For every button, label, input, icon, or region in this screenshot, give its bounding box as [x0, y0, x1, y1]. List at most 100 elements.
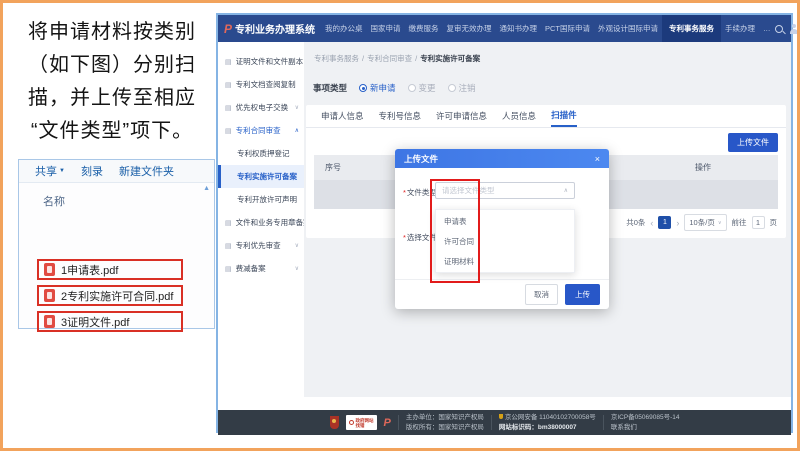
matter-type-label: 事项类型: [313, 82, 347, 94]
nav-item-procedures[interactable]: 手续办理: [721, 15, 759, 42]
tab-scanned-files[interactable]: 扫描件: [551, 105, 577, 127]
goto-suffix: 页: [770, 217, 778, 228]
document-icon: ▤: [225, 242, 232, 250]
sidebar-item-priority-exchange[interactable]: ▤ 优先权电子交换 ∨: [218, 96, 304, 119]
user-avatar-icon[interactable]: [789, 24, 799, 34]
nav-item-patent-affairs[interactable]: 专利事务服务: [662, 15, 721, 42]
nav-item-national-application[interactable]: 国家申请: [367, 15, 405, 42]
security-badge-icon: [499, 414, 503, 419]
radio-icon: [359, 84, 367, 92]
share-button[interactable]: 共享 ▼: [35, 163, 65, 179]
search-icon[interactable]: [775, 25, 783, 33]
explorer-file-list: ▲ 名称 1申请表.pdf 2专利实施许可合同.pdf 3证明文件.pdf: [19, 183, 214, 328]
breadcrumb-current: 专利实施许可备案: [420, 54, 480, 63]
footer-copyright: 版权所有：国家知识产权局: [406, 423, 484, 433]
file-item-application-form[interactable]: 1申请表.pdf: [37, 259, 183, 280]
footer-beian-block: 京公网安备 11040102700058号 网站标识码：bm38000007: [499, 413, 596, 432]
chevron-up-icon: ∧: [295, 127, 299, 134]
footer-divider: [491, 415, 492, 430]
tab-applicant-info[interactable]: 申请人信息: [321, 105, 364, 127]
footer-beian: 京公网安备 11040102700058号: [499, 413, 596, 423]
pdf-file-icon: [44, 263, 55, 276]
file-item-license-contract[interactable]: 2专利实施许可合同.pdf: [37, 285, 183, 306]
goto-label: 前往: [732, 217, 747, 228]
nav-right-controls: ∨: [775, 22, 800, 35]
tab-license-application-info[interactable]: 许可申请信息: [436, 105, 487, 127]
page-size-select[interactable]: 10条/页 ∨: [684, 214, 726, 231]
sidebar-item-fee-reduction[interactable]: ▤ 费减备案 ∨: [218, 257, 304, 280]
explorer-toolbar: 共享 ▼ 刻录 新建文件夹: [19, 160, 214, 183]
pdf-file-icon: [44, 315, 55, 328]
nav-item-payment-service[interactable]: 缴费服务: [405, 15, 443, 42]
site-footer: 政府网站 找错 P 主办单位：国家知识产权局 版权所有：国家知识产权局 京公网安…: [218, 410, 791, 435]
app-screenshot: P 专利业务办理系统 我的办公桌 国家申请 缴费服务 复审无效办理 通知书办理 …: [216, 13, 793, 433]
close-icon[interactable]: ×: [595, 154, 600, 164]
sort-asc-icon[interactable]: ▲: [203, 185, 210, 192]
chevron-up-icon: ∧: [564, 187, 568, 194]
name-column-header[interactable]: 名称: [43, 193, 65, 209]
upload-file-modal: 上传文件 × *文件类型 请选择文件类型 ∧ *选择文件 申请表 许可合同 证明…: [395, 149, 609, 309]
breadcrumb-segment[interactable]: 专利事务服务: [314, 54, 359, 63]
footer-divider: [398, 415, 399, 430]
file-item-certificate[interactable]: 3证明文件.pdf: [37, 311, 183, 332]
new-folder-button[interactable]: 新建文件夹: [119, 163, 174, 179]
pdf-file-icon: [44, 289, 55, 302]
breadcrumb: 专利事务服务/专利合同审查/专利实施许可备案: [314, 53, 480, 64]
modal-title: 上传文件: [404, 153, 438, 165]
nav-item-design-international[interactable]: 外观设计国际申请: [594, 15, 662, 42]
system-title: 专利业务办理系统: [235, 21, 315, 36]
sidebar-subitem-license-recordal[interactable]: 专利实施许可备案: [218, 165, 304, 188]
confirm-upload-button[interactable]: 上传: [565, 284, 600, 305]
magnifier-icon: [349, 420, 354, 425]
sidebar-subitem-open-license[interactable]: 专利开放许可声明: [218, 188, 304, 211]
tab-patent-number-info[interactable]: 专利号信息: [379, 105, 422, 127]
nav-item-notifications[interactable]: 通知书办理: [496, 15, 542, 42]
matter-type-row: 事项类型 新申请 变更 注销: [313, 82, 476, 94]
document-icon: ▤: [225, 219, 232, 227]
footer-contact-link[interactable]: 联系我们: [611, 423, 680, 433]
next-page-icon[interactable]: ›: [676, 218, 679, 228]
burn-button[interactable]: 刻录: [81, 163, 103, 179]
brand: P 专利业务办理系统: [224, 21, 315, 36]
radio-new-application[interactable]: 新申请: [359, 82, 396, 94]
nav-item-more[interactable]: …: [759, 15, 775, 42]
pagination-total: 共0条: [626, 217, 645, 228]
nav-item-my-desk[interactable]: 我的办公桌: [321, 15, 367, 42]
document-icon: ▤: [225, 127, 232, 135]
footer-host: 主办单位：国家知识产权局: [406, 413, 484, 423]
page-number-button[interactable]: 1: [658, 216, 671, 229]
document-icon: ▤: [225, 265, 232, 273]
footer-site-code: 网站标识码：bm38000007: [499, 423, 596, 433]
top-nav: P 专利业务办理系统 我的办公桌 国家申请 缴费服务 复审无效办理 通知书办理 …: [218, 15, 791, 42]
sidebar-item-contract-review[interactable]: ▤ 专利合同审查 ∧: [218, 119, 304, 142]
breadcrumb-segment[interactable]: 专利合同审查: [367, 54, 412, 63]
tab-personnel-info[interactable]: 人员信息: [502, 105, 536, 127]
upload-file-button[interactable]: 上传文件: [728, 133, 778, 152]
column-serial: 序号: [314, 162, 341, 173]
prev-page-icon[interactable]: ‹: [650, 218, 653, 228]
radio-change[interactable]: 变更: [408, 82, 436, 94]
instruction-line: 描，并上传至相应: [8, 82, 216, 115]
sidebar-subitem-pledge-registration[interactable]: 专利权质押登记: [218, 142, 304, 165]
tab-bar: 申请人信息 专利号信息 许可申请信息 人员信息 扫描件: [306, 105, 786, 128]
sidebar-item-document-copy[interactable]: ▤ 专利文档查阅复制: [218, 73, 304, 96]
nav-item-reexamination[interactable]: 复审无效办理: [443, 15, 496, 42]
sidebar-item-priority-examination[interactable]: ▤ 专利优先审查 ∨: [218, 234, 304, 257]
nav-item-pct[interactable]: PCT国际申请: [541, 15, 594, 42]
document-icon: ▤: [225, 104, 232, 112]
national-emblem-icon: [330, 416, 339, 429]
radio-cancel[interactable]: 注销: [448, 82, 476, 94]
chevron-down-icon: ∨: [718, 220, 722, 226]
gov-logo-text: 政府网站 找错: [356, 418, 374, 428]
cnipa-logo-icon: P: [224, 22, 232, 36]
sidebar-item-seal-recordal[interactable]: ▤ 文件和业务专用章备案 ∨: [218, 211, 304, 234]
required-mark: *: [403, 233, 406, 242]
breadcrumb-separator: /: [415, 54, 417, 63]
sidebar-item-certificates[interactable]: ▤ 证明文件和文件副本: [218, 50, 304, 73]
cancel-button[interactable]: 取消: [525, 284, 558, 305]
radio-icon: [448, 84, 456, 92]
goto-page-input[interactable]: 1: [752, 216, 765, 229]
dropdown-arrow-icon: ▼: [59, 168, 65, 174]
modal-header: 上传文件 ×: [395, 149, 609, 168]
footer-divider: [603, 415, 604, 430]
